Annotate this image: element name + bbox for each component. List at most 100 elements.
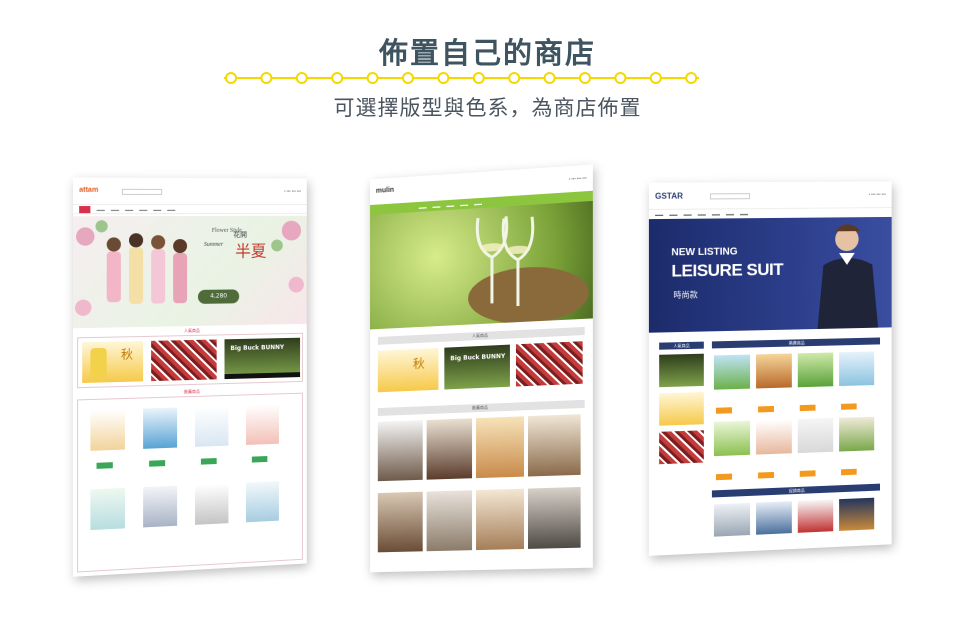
buy-button[interactable] — [758, 471, 774, 479]
product-thumbnail[interactable] — [143, 485, 178, 528]
product-thumbnail[interactable] — [839, 351, 875, 387]
section-label-recommended: 推薦商品 — [472, 404, 488, 411]
product-thumbnail[interactable] — [90, 409, 125, 451]
banner-cn-big: 半夏 — [235, 241, 267, 261]
male-model-illustration — [817, 224, 879, 329]
buy-button[interactable] — [758, 405, 774, 413]
decorative-dot — [579, 72, 591, 84]
video-title: Big Buck BUNNY — [450, 352, 506, 363]
theme-preview-gstar[interactable]: GSTAR ▪ ▪▪▪ ▪▪▪ ▪▪▪ ▬▬ ▬▬ ▬▬ ▬▬ ▬▬ ▬▬ ▬▬ NEW L… — [648, 181, 892, 556]
interior-thumbnail[interactable] — [377, 491, 423, 553]
preview-banner: NEW LISTING LEISURE SUIT 時尚款 — [648, 216, 892, 333]
preview-topbar: GSTAR ▪ ▪▪▪ ▪▪▪ ▪▪▪ — [648, 181, 892, 209]
product-thumbnail[interactable] — [246, 404, 279, 445]
buy-button[interactable] — [715, 473, 733, 481]
preview-logo: GSTAR — [655, 191, 683, 201]
banner-price-tag: 4,280 — [197, 289, 240, 304]
preview-header-links: ▪ ▪▪▪ ▪▪▪ ▪▪▪ — [284, 188, 302, 194]
video-title: Big Buck BUNNY — [230, 343, 285, 353]
interior-thumbnail[interactable] — [426, 490, 473, 552]
section-header-recommended: 推薦商品 — [377, 399, 585, 416]
product-thumbnail[interactable] — [246, 481, 279, 523]
decorative-dot — [260, 72, 273, 84]
flower-models-illustration — [75, 220, 304, 316]
banner-line2: LEISURE SUIT — [671, 259, 784, 281]
interior-thumbnail[interactable] — [476, 416, 524, 479]
section-label-sale: 促銷商品 — [788, 487, 805, 494]
product-thumbnail[interactable] — [756, 501, 792, 535]
decorative-dot — [225, 72, 237, 84]
product-thumbnail[interactable] — [90, 487, 125, 531]
theme-preview-attam[interactable]: attam ▪ ▪▪▪ ▪▪▪ ▪▪▪ ▬▬ ▬▬ ▬▬ ▬▬ ▬▬ ▬▬ Flower … — [72, 177, 307, 577]
video-thumbnail[interactable]: Big Buck BUNNY — [224, 337, 301, 380]
buy-button[interactable] — [799, 470, 816, 477]
side-promo-thumbnail[interactable] — [659, 391, 704, 426]
decorative-dot — [295, 72, 308, 84]
product-thumbnail[interactable] — [797, 499, 834, 533]
preview-header-links: ▪ ▪▪▪ ▪▪▪ ▪▪▪ — [568, 174, 587, 182]
preview-search-box — [121, 188, 163, 195]
product-thumbnail[interactable] — [756, 419, 792, 455]
product-thumbnail[interactable] — [194, 405, 229, 447]
preview-logo: mulin — [375, 186, 395, 195]
scarf-thumbnail[interactable] — [515, 341, 583, 387]
banner-line1: NEW LISTING — [671, 246, 738, 259]
price-value: 4,280 — [210, 292, 228, 300]
video-thumbnail[interactable]: Big Buck BUNNY — [444, 344, 510, 390]
decorative-dot — [331, 72, 344, 84]
buy-button[interactable] — [96, 462, 113, 469]
decorative-dot — [508, 72, 521, 84]
decorative-dot — [649, 72, 662, 84]
section-label-popular: 人氣商品 — [673, 342, 690, 349]
product-thumbnail[interactable] — [839, 497, 875, 531]
product-thumbnail[interactable] — [797, 418, 834, 454]
theme-preview-mulin[interactable]: mulin ▪ ▪▪▪ ▪▪▪ ▪▪▪ ▬▬ ▬▬ ▬▬ ▬▬ ▬▬ 人氣商品 秋 Bi… — [370, 164, 593, 573]
buy-button[interactable] — [799, 404, 816, 412]
side-video-thumbnail[interactable] — [659, 353, 704, 388]
promo-thumbnail[interactable]: 秋 — [82, 341, 144, 384]
video-controls[interactable] — [224, 372, 301, 380]
product-grid-cosmetics — [77, 392, 303, 573]
promo-thumbnail[interactable]: 秋 — [377, 347, 439, 393]
decorative-dot — [614, 72, 627, 84]
preview-search-box — [709, 193, 751, 200]
preview-banner — [370, 200, 593, 330]
buy-button[interactable] — [841, 468, 857, 476]
interior-thumbnail[interactable] — [377, 420, 423, 482]
decorative-dot — [543, 72, 556, 84]
preview-logo: attam — [79, 186, 99, 194]
buy-button[interactable] — [200, 458, 217, 465]
interior-thumbnail[interactable] — [528, 414, 581, 477]
product-thumbnail[interactable] — [143, 407, 178, 449]
preview-header-links: ▪ ▪▪▪ ▪▪▪ ▪▪▪ — [868, 191, 886, 197]
sale-header: 促銷商品 — [711, 483, 881, 498]
decorative-dot — [402, 72, 414, 84]
buy-button[interactable] — [715, 407, 733, 414]
decorative-dotted-line — [224, 72, 699, 84]
buy-button[interactable] — [251, 456, 268, 463]
product-thumbnail[interactable] — [797, 352, 834, 388]
buy-button[interactable] — [149, 460, 166, 467]
product-thumbnail[interactable] — [756, 353, 792, 389]
product-thumbnail[interactable] — [839, 416, 875, 452]
wine-glasses-illustration — [468, 201, 589, 327]
interior-thumbnail[interactable] — [426, 418, 473, 480]
banner-cn: 時尚款 — [673, 290, 698, 300]
product-thumbnail[interactable] — [713, 420, 751, 457]
product-thumbnail[interactable] — [713, 502, 751, 537]
interior-thumbnail[interactable] — [476, 488, 524, 551]
section-label-hot: 熱賣商品 — [788, 340, 805, 346]
interior-thumbnail[interactable] — [528, 486, 581, 549]
hot-header: 熱賣商品 — [711, 337, 881, 349]
side-scarf-thumbnail[interactable] — [659, 430, 704, 465]
preview-banner: Flower Style Summer 花開 半夏 4,280 — [72, 215, 307, 329]
preview-topbar: attam ▪ ▪▪▪ ▪▪▪ ▪▪▪ — [72, 177, 307, 205]
decorative-dot — [437, 72, 450, 84]
buy-button[interactable] — [841, 403, 857, 410]
scarf-thumbnail[interactable] — [151, 339, 217, 382]
product-thumbnail[interactable] — [194, 483, 229, 525]
product-thumbnail[interactable] — [713, 354, 751, 390]
banner-script: Summer — [203, 241, 224, 248]
page-header: 佈置自己的商店 可選擇版型與色系，為商店佈置 — [0, 0, 975, 130]
product-row-featured: 秋 Big Buck BUNNY — [77, 332, 303, 389]
